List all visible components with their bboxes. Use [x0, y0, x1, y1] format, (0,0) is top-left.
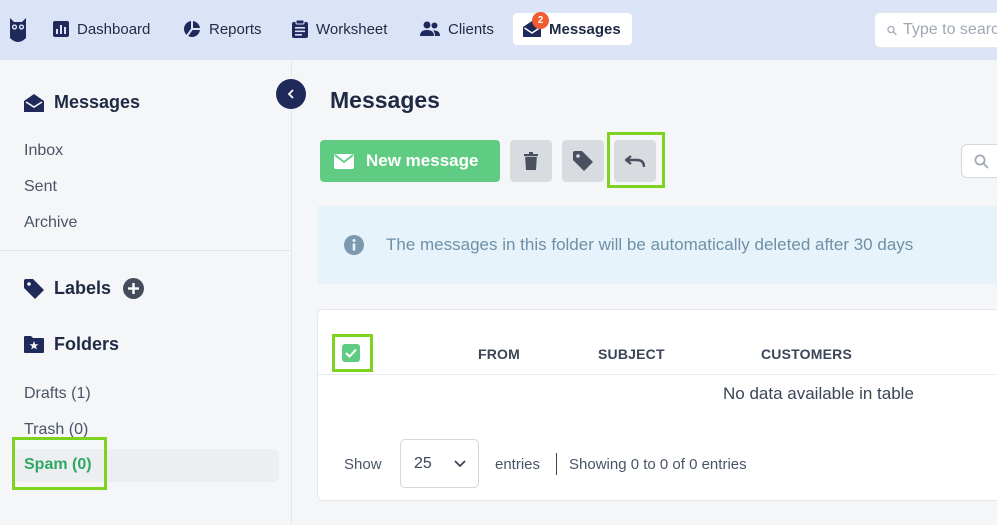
new-message-button[interactable]: New message	[320, 140, 500, 182]
nav-label: Dashboard	[77, 20, 151, 38]
clipboard-icon	[292, 20, 308, 38]
bar-chart-icon	[53, 21, 69, 37]
header-divider	[318, 374, 997, 375]
nav-dashboard[interactable]: Dashboard	[43, 13, 160, 45]
nav-worksheet[interactable]: Worksheet	[282, 13, 397, 45]
nav-label: Messages	[549, 20, 621, 38]
column-header-customers[interactable]: CUSTOMERS	[761, 346, 852, 362]
label-button[interactable]	[562, 140, 604, 182]
page-size-select[interactable]: 25	[400, 439, 479, 488]
nav-clients[interactable]: Clients	[410, 13, 504, 45]
sidebar-item-drafts[interactable]: Drafts (1)	[24, 385, 91, 403]
messages-table: FROM SUBJECT CUSTOMERS No data available…	[317, 309, 997, 501]
column-header-from[interactable]: FROM	[478, 346, 520, 362]
highlight-select-all	[332, 334, 373, 372]
add-label-icon[interactable]	[123, 278, 145, 299]
nav-label: Clients	[448, 20, 494, 38]
search-icon	[887, 25, 897, 35]
search-icon	[974, 154, 989, 169]
tag-icon	[573, 151, 593, 171]
global-search[interactable]	[874, 12, 997, 48]
nav-reports[interactable]: Reports	[173, 13, 272, 45]
envelope-icon	[334, 153, 354, 169]
sidebar-labels-heading: Labels	[24, 278, 154, 299]
folder-star-icon	[24, 336, 44, 353]
new-message-label: New message	[366, 151, 479, 170]
envelope-open-icon	[24, 93, 44, 112]
owl-logo-icon[interactable]	[8, 16, 28, 44]
nav-messages[interactable]: 2 Messages	[513, 12, 632, 45]
entries-label: entries	[495, 456, 541, 473]
chevron-down-icon	[454, 460, 466, 468]
page-size-value: 25	[414, 454, 432, 472]
highlight-spam	[12, 437, 107, 490]
info-separator	[556, 453, 557, 475]
sidebar-item-archive[interactable]: Archive	[24, 214, 77, 232]
top-nav: Dashboard Reports Worksheet Clients 2 Me…	[0, 0, 997, 60]
trash-icon	[524, 152, 538, 170]
info-alert: The messages in this folder will be auto…	[318, 206, 997, 284]
delete-button[interactable]	[510, 140, 552, 182]
users-icon	[420, 21, 440, 36]
nav-label: Reports	[209, 20, 262, 38]
table-search[interactable]	[961, 144, 997, 178]
nav-label: Worksheet	[316, 20, 388, 38]
info-icon	[344, 235, 364, 255]
show-label: Show	[344, 456, 382, 473]
column-header-subject[interactable]: SUBJECT	[598, 346, 665, 362]
tag-icon	[24, 278, 44, 299]
highlight-restore	[607, 132, 665, 188]
sidebar-messages-heading: Messages	[24, 92, 140, 113]
page-title: Messages	[330, 87, 440, 113]
table-info: Showing 0 to 0 of 0 entries	[569, 456, 747, 473]
alert-text: The messages in this folder will be auto…	[386, 235, 914, 254]
empty-table-message: No data available in table	[723, 384, 914, 403]
unread-badge: 2	[532, 12, 549, 29]
collapse-sidebar-button[interactable]	[276, 79, 306, 109]
chevron-left-icon	[287, 89, 294, 99]
pie-chart-icon	[184, 21, 200, 37]
sidebar-folders-heading: Folders	[24, 334, 119, 355]
sidebar-item-inbox[interactable]: Inbox	[24, 142, 63, 160]
global-search-input[interactable]	[903, 21, 997, 39]
sidebar-divider	[0, 250, 291, 251]
sidebar-item-sent[interactable]: Sent	[24, 178, 57, 196]
